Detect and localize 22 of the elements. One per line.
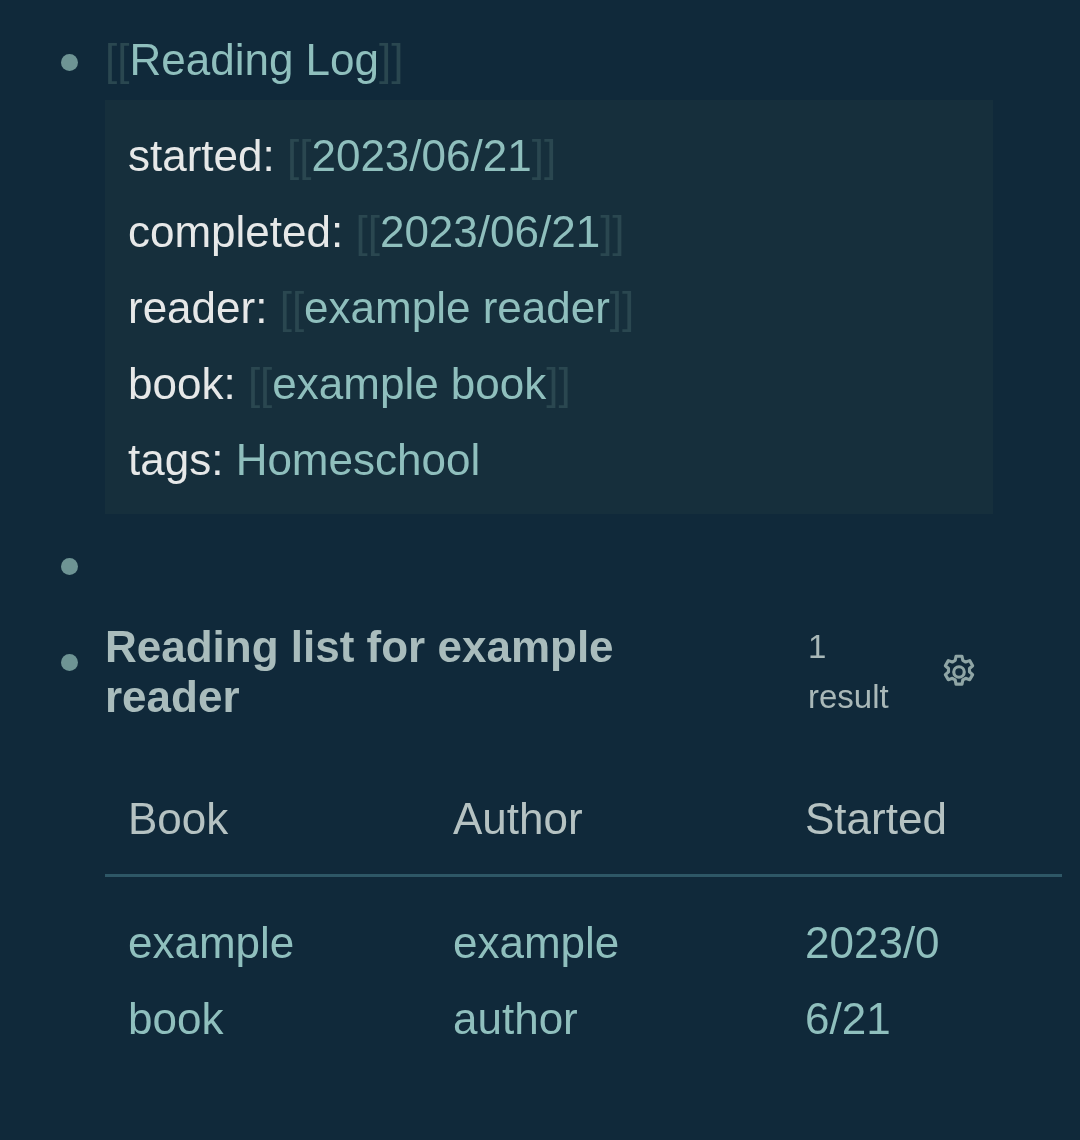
page-link[interactable]: [[Reading Log]] [105, 35, 404, 84]
page-link[interactable]: [[example book]] [247, 359, 571, 408]
query-title: Reading list for example reader [105, 622, 615, 722]
tag-link[interactable]: Homeschool [235, 435, 481, 484]
result-count: 1 result [808, 627, 890, 717]
page-link[interactable]: [[2023/06/21]] [287, 131, 557, 180]
table-cell-text: 2023/06/21 [805, 917, 941, 1045]
column-header[interactable]: Author [430, 794, 782, 876]
bullet-icon[interactable] [60, 654, 78, 671]
property-key: book: [128, 359, 236, 408]
property-key: completed: [128, 207, 344, 256]
column-header[interactable]: Book [105, 794, 430, 876]
page-link[interactable]: [[2023/06/21]] [355, 207, 625, 256]
table-link[interactable]: example book [105, 875, 430, 1057]
property-key: tags: [128, 435, 224, 484]
property-key: started: [128, 131, 275, 180]
column-header[interactable]: Started [782, 794, 1062, 876]
property-key: reader: [128, 283, 268, 332]
bullet-icon[interactable] [60, 558, 78, 575]
table-link[interactable]: example author [430, 875, 782, 1057]
bullet-icon[interactable] [60, 54, 78, 71]
page-link[interactable]: [[example reader]] [279, 283, 635, 332]
